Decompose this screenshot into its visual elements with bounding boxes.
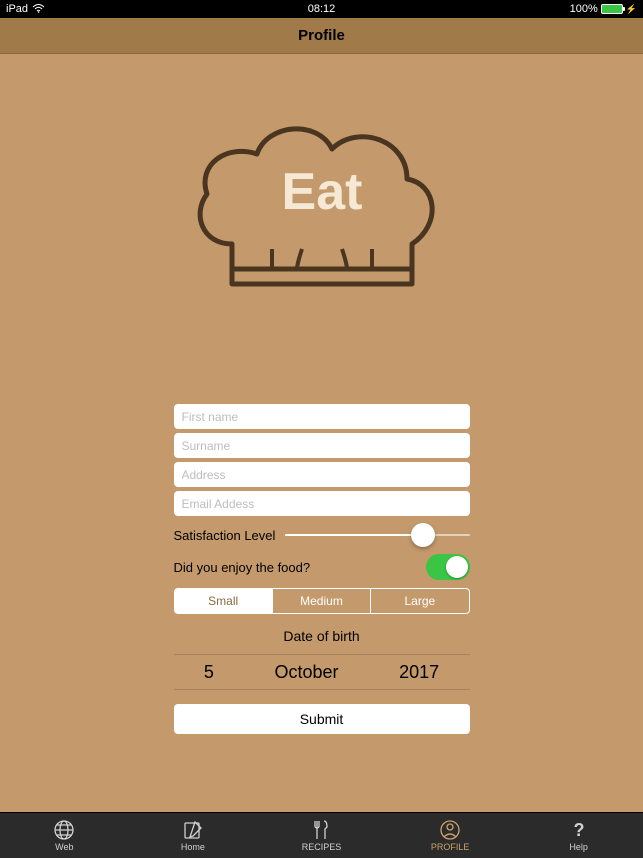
satisfaction-slider[interactable] xyxy=(285,534,469,536)
enjoy-label: Did you enjoy the food? xyxy=(174,560,311,575)
tab-label: PROFILE xyxy=(431,842,470,852)
dob-label: Date of birth xyxy=(174,628,470,644)
tab-label: RECIPES xyxy=(302,842,342,852)
battery-pct: 100% xyxy=(570,3,598,15)
carrier-label: iPad xyxy=(6,3,28,15)
utensils-icon xyxy=(309,819,333,841)
help-icon: ? xyxy=(567,819,591,841)
submit-button[interactable]: Submit xyxy=(174,704,470,734)
charging-icon: ⚡ xyxy=(626,4,637,15)
compose-icon xyxy=(181,819,205,841)
device-frame: iPad 08:12 100% ⚡ Profile Eat xyxy=(0,0,643,858)
size-segmented-control[interactable]: Small Medium Large xyxy=(174,588,470,614)
nav-bar: Profile xyxy=(0,18,643,54)
tab-label: Home xyxy=(181,842,205,852)
satisfaction-row: Satisfaction Level xyxy=(174,522,470,548)
logo-chef-hat: Eat xyxy=(172,94,472,324)
slider-thumb[interactable] xyxy=(411,523,435,547)
page-title: Profile xyxy=(298,27,345,44)
tab-web[interactable]: Web xyxy=(0,813,129,858)
tab-label: Web xyxy=(55,842,73,852)
switch-knob xyxy=(446,556,468,578)
tab-profile[interactable]: PROFILE xyxy=(386,813,515,858)
globe-icon xyxy=(52,819,76,841)
segment-small[interactable]: Small xyxy=(175,589,273,613)
enjoy-switch[interactable] xyxy=(426,554,470,580)
surname-field[interactable] xyxy=(174,433,470,458)
status-time: 08:12 xyxy=(308,3,336,15)
svg-text:?: ? xyxy=(573,820,584,840)
tab-home[interactable]: Home xyxy=(129,813,258,858)
content-area: Eat Satisfaction Level Did you enjoy the… xyxy=(0,54,643,812)
wifi-icon xyxy=(32,3,45,16)
status-bar: iPad 08:12 100% ⚡ xyxy=(0,0,643,18)
segment-large[interactable]: Large xyxy=(371,589,468,613)
satisfaction-label: Satisfaction Level xyxy=(174,528,276,543)
address-field[interactable] xyxy=(174,462,470,487)
status-right: 100% ⚡ xyxy=(570,3,637,15)
tab-bar: Web Home RECIPES PROFILE ? Help xyxy=(0,812,643,858)
dob-picker[interactable]: 5 October 2017 xyxy=(174,654,470,690)
dob-month[interactable]: October xyxy=(274,662,338,683)
first-name-field[interactable] xyxy=(174,404,470,429)
tab-help[interactable]: ? Help xyxy=(514,813,643,858)
tab-recipes[interactable]: RECIPES xyxy=(257,813,386,858)
logo-text: Eat xyxy=(281,163,362,221)
battery-icon xyxy=(601,4,623,14)
status-left: iPad xyxy=(6,3,45,16)
profile-form: Satisfaction Level Did you enjoy the foo… xyxy=(174,404,470,734)
enjoy-row: Did you enjoy the food? xyxy=(174,554,470,580)
segment-medium[interactable]: Medium xyxy=(273,589,371,613)
dob-year[interactable]: 2017 xyxy=(399,662,439,683)
dob-day[interactable]: 5 xyxy=(204,662,214,683)
profile-icon xyxy=(438,819,462,841)
tab-label: Help xyxy=(569,842,588,852)
email-field[interactable] xyxy=(174,491,470,516)
